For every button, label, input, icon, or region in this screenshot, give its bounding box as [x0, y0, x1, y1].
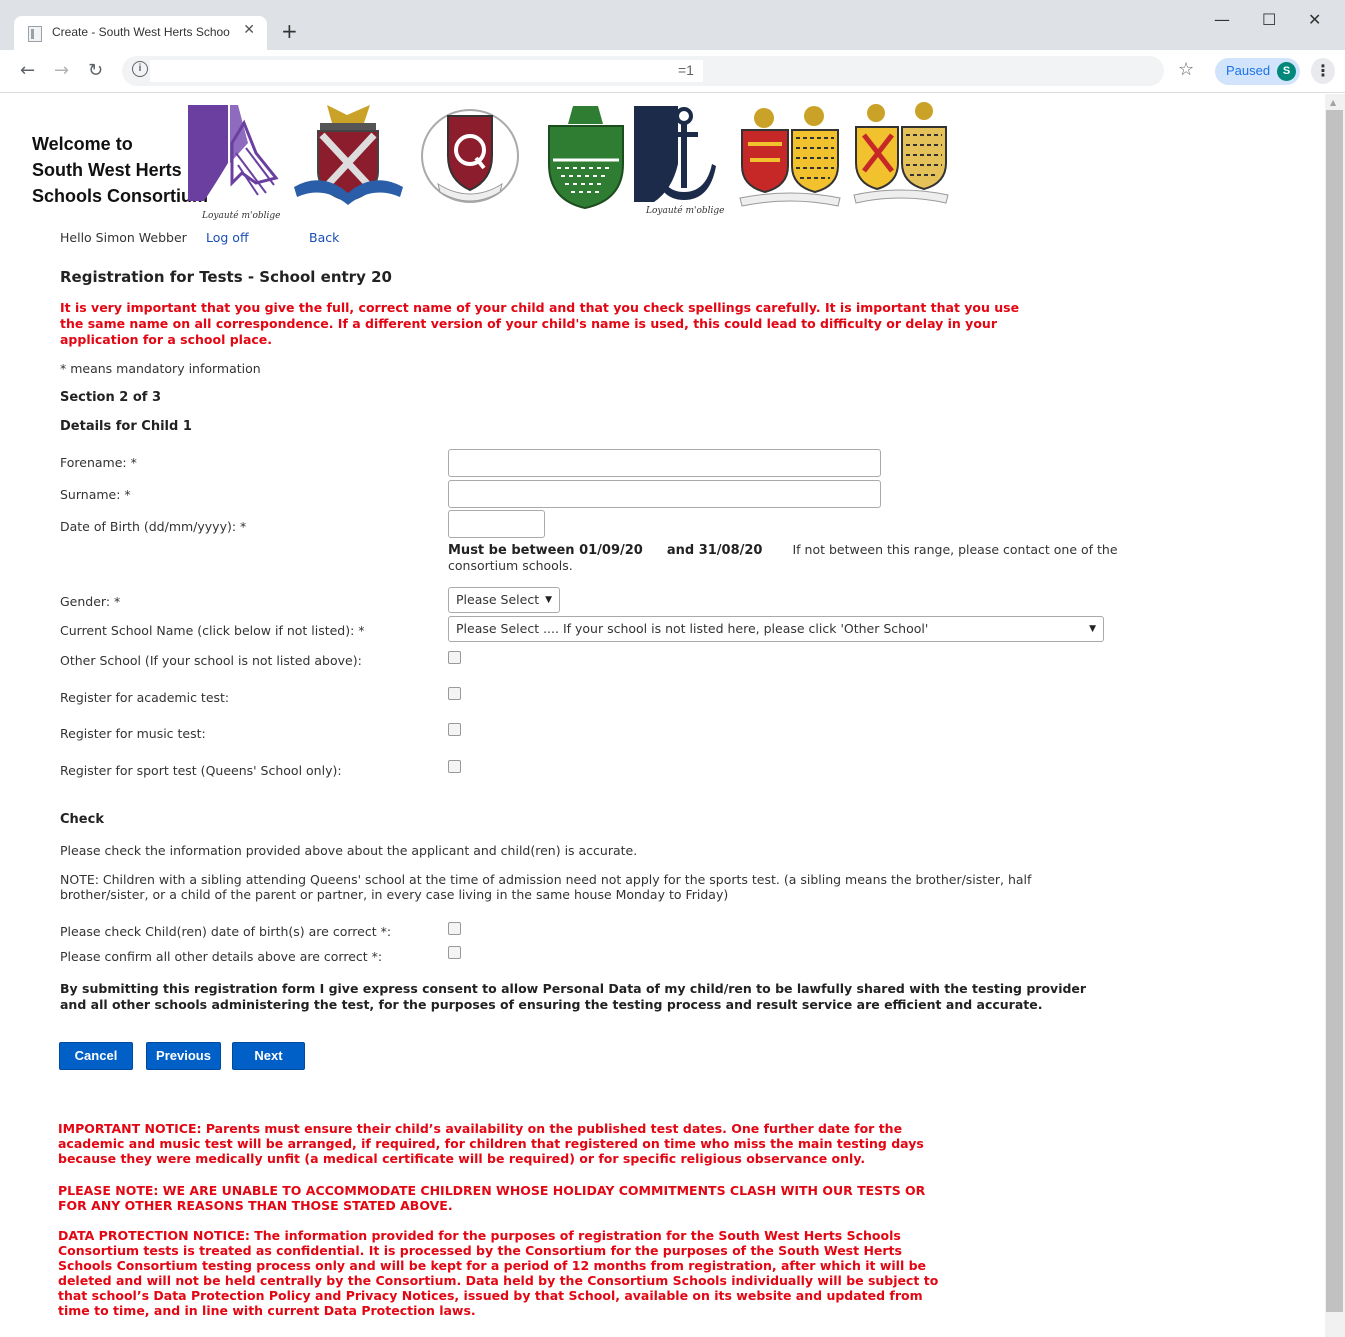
cancel-button[interactable]: Cancel — [59, 1042, 133, 1070]
dob-input[interactable] — [448, 510, 545, 538]
child-heading: Details for Child 1 — [60, 419, 192, 434]
site-info-icon[interactable]: i — [132, 61, 148, 77]
forename-label: Forename: * — [60, 455, 137, 470]
other-school-checkbox[interactable] — [448, 651, 461, 664]
purple-crest-logo — [188, 105, 279, 201]
chevron-down-icon: ▼ — [1089, 624, 1096, 634]
double-shield-crest-logo — [739, 106, 841, 207]
url-tail: =1 — [678, 62, 694, 78]
dob-range-end: and 31/08/20 — [666, 543, 763, 558]
address-bar[interactable]: i =1 — [122, 56, 1164, 86]
next-button[interactable]: Next — [232, 1042, 305, 1070]
page-title: Registration for Tests - School entry 20 — [60, 268, 392, 286]
check-intro: Please check the information provided ab… — [60, 843, 638, 858]
minimize-icon[interactable]: — — [1214, 10, 1230, 29]
redacted-url — [150, 60, 703, 82]
crest-motto-2: Loyauté m'oblige — [646, 206, 725, 216]
paused-label: Paused — [1226, 63, 1271, 78]
section-indicator: Section 2 of 3 — [60, 390, 161, 405]
sport-test-checkbox[interactable] — [448, 760, 461, 773]
chevron-down-icon: ▼ — [545, 595, 552, 605]
academic-test-checkbox[interactable] — [448, 687, 461, 700]
log-off-link[interactable]: Log off — [206, 230, 249, 245]
new-tab-icon[interactable]: + — [281, 19, 298, 43]
school-selected-value: Please Select .... If your school is not… — [456, 621, 929, 636]
previous-button[interactable]: Previous — [146, 1042, 221, 1070]
sport-test-label: Register for sport test (Queens' School … — [60, 763, 342, 778]
important-notice: IMPORTANT NOTICE: Parents must ensure th… — [58, 1121, 924, 1166]
green-crest-logo — [548, 106, 624, 210]
forename-input[interactable] — [448, 449, 881, 477]
check-heading: Check — [60, 812, 104, 827]
details-check-label: Please confirm all other details above a… — [60, 949, 383, 964]
surname-label: Surname: * — [60, 487, 131, 502]
anchor-crest-logo — [634, 106, 716, 202]
gender-select[interactable]: Please Select ▼ — [448, 587, 560, 613]
holiday-notice: PLEASE NOTE: WE ARE UNABLE TO ACCOMMODAT… — [58, 1183, 926, 1213]
dob-label: Date of Birth (dd/mm/yyyy): * — [60, 519, 247, 534]
crest-motto-1: Loyauté m'oblige — [202, 211, 281, 221]
dob-check-label: Please check Child(ren) date of birth(s)… — [60, 924, 392, 939]
queens-school-crest-logo — [421, 109, 519, 203]
profile-paused-button[interactable]: Paused S — [1215, 58, 1300, 85]
dob-range-note: Must be between 01/09/20 and 31/08/20 If… — [448, 542, 1128, 573]
site-title: Welcome to South West Herts Schools Cons… — [32, 131, 208, 209]
music-test-label: Register for music test: — [60, 726, 206, 741]
gender-label: Gender: * — [60, 594, 121, 609]
shield-cross-crest-logo — [294, 105, 403, 205]
name-warning: It is very important that you give the f… — [60, 300, 1020, 347]
data-protection-notice: DATA PROTECTION NOTICE: The information … — [58, 1228, 939, 1318]
gender-selected-value: Please Select — [456, 592, 540, 607]
browser-menu-icon[interactable]: ⋮ — [1311, 58, 1335, 84]
avatar: S — [1277, 62, 1296, 81]
welcome-line-1: Welcome to — [32, 134, 133, 154]
bookmark-star-icon[interactable]: ☆ — [1178, 59, 1194, 80]
welcome-line-3: Schools Consortium — [32, 186, 209, 206]
browser-tab-bar: Create - South West Herts Schoo ✕ + — ☐ … — [0, 0, 1345, 50]
school-label: Current School Name (click below if not … — [60, 623, 365, 638]
scrollbar-thumb[interactable] — [1326, 110, 1343, 1312]
tab-close-icon[interactable]: ✕ — [243, 22, 255, 38]
sperate-parati-crest-logo — [853, 102, 949, 204]
school-select[interactable]: Please Select .... If your school is not… — [448, 616, 1104, 642]
back-arrow-icon[interactable]: ← — [20, 60, 35, 81]
browser-tab[interactable]: Create - South West Herts Schoo ✕ — [14, 16, 267, 50]
window-close-icon[interactable]: ✕ — [1308, 10, 1321, 29]
details-check-checkbox[interactable] — [448, 946, 461, 959]
forward-arrow-icon[interactable]: → — [54, 60, 69, 81]
dob-range-start: Must be between 01/09/20 — [448, 543, 643, 558]
page-favicon-icon — [28, 26, 42, 42]
scroll-up-icon[interactable]: ▲ — [1330, 98, 1336, 107]
sibling-note: NOTE: Children with a sibling attending … — [60, 872, 1032, 902]
welcome-line-2: South West Herts — [32, 160, 182, 180]
reload-icon[interactable]: ↻ — [88, 60, 103, 81]
other-school-label: Other School (If your school is not list… — [60, 653, 362, 668]
academic-test-label: Register for academic test: — [60, 690, 230, 705]
consent-statement: By submitting this registration form I g… — [60, 981, 1087, 1012]
tab-title: Create - South West Herts Schoo — [52, 25, 230, 39]
dob-check-checkbox[interactable] — [448, 922, 461, 935]
surname-input[interactable] — [448, 480, 881, 508]
back-link[interactable]: Back — [309, 230, 339, 245]
browser-toolbar: ← → ↻ i =1 ☆ Paused S ⋮ — [0, 50, 1345, 93]
user-greeting: Hello Simon Webber — [60, 230, 187, 245]
maximize-icon[interactable]: ☐ — [1262, 10, 1276, 29]
mandatory-note: * means mandatory information — [60, 361, 261, 376]
music-test-checkbox[interactable] — [448, 723, 461, 736]
